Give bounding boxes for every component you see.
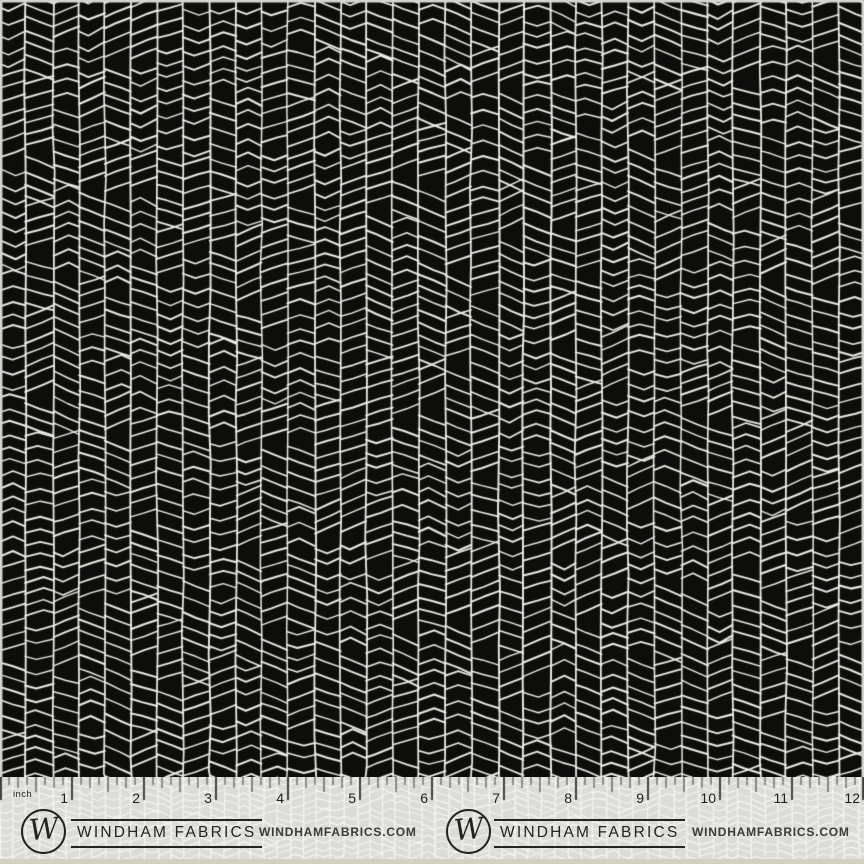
logo-w-monogram: W <box>27 814 59 845</box>
brand-name: WINDHAM FABRICS <box>494 819 685 848</box>
logo-w-monogram: W <box>452 814 484 845</box>
fabric-herringbone-pattern <box>0 0 864 777</box>
brand-footer: W WINDHAM FABRICS WINDHAMFABRICS.COM W W… <box>0 777 864 859</box>
windham-logo: W <box>446 809 491 854</box>
info-band: inch 123456789101112 W WINDHAM FABRICS W… <box>0 777 864 859</box>
windham-logo: W <box>21 809 66 854</box>
bottom-edge-strip <box>0 859 864 864</box>
fabric-product-image: inch 123456789101112 W WINDHAM FABRICS W… <box>0 0 864 864</box>
brand-name: WINDHAM FABRICS <box>71 819 262 848</box>
website-url: WINDHAMFABRICS.COM <box>259 825 417 839</box>
website-url: WINDHAMFABRICS.COM <box>692 825 850 839</box>
